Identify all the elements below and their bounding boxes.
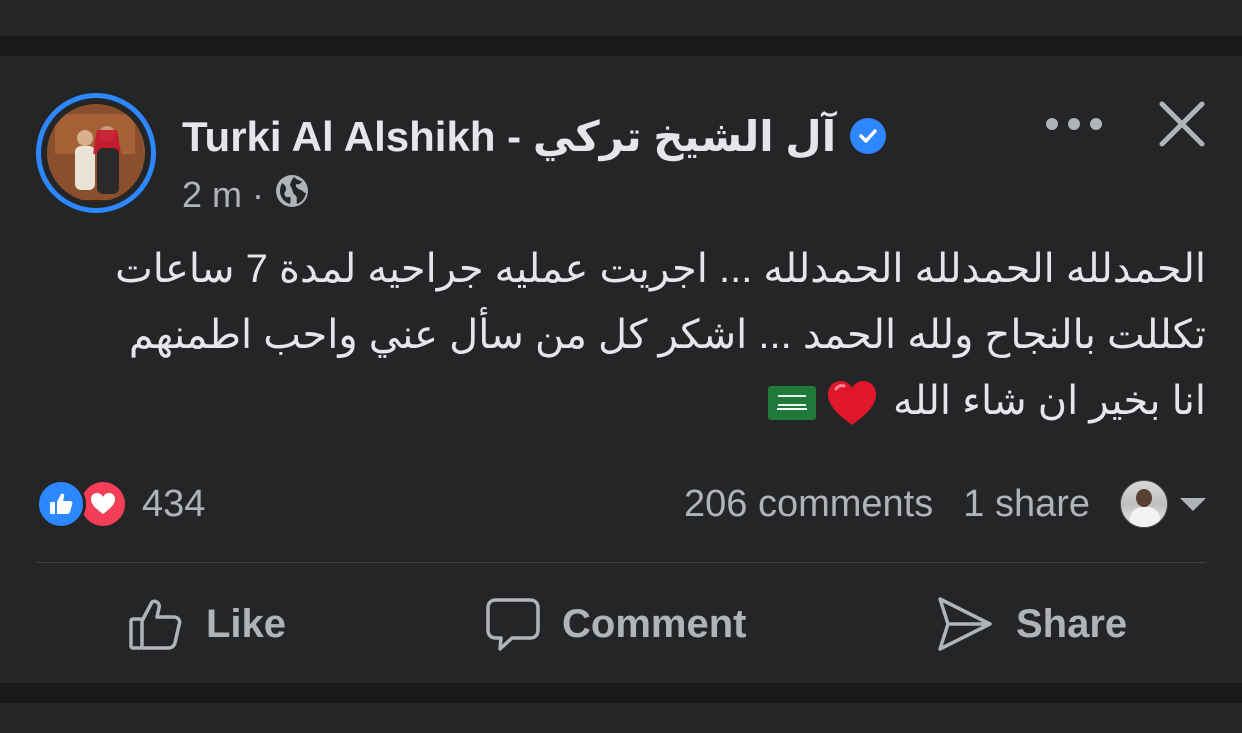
reaction-count: 434: [142, 482, 206, 525]
post-text-line: تكللت بالنجاح ولله الحمد ... اشكر كل من …: [128, 313, 1206, 357]
globe-icon[interactable]: [274, 173, 310, 218]
divider: [36, 562, 1206, 563]
author-avatar[interactable]: [36, 93, 156, 213]
top-band: [0, 0, 1242, 36]
post-text-line: انا بخير ان شاء الله: [893, 379, 1206, 423]
like-reaction-icon: [36, 479, 86, 529]
comments-count[interactable]: 206 comments: [684, 483, 933, 526]
post-text: الحمدلله الحمدلله الحمدلله ... اجريت عمل…: [36, 236, 1206, 434]
comment-label: Comment: [562, 601, 747, 646]
author-row: Turki Al Alshikh - آل الشيخ تركي: [182, 108, 887, 164]
viewer-avatar[interactable]: [1120, 480, 1168, 528]
share-label: Share: [1016, 601, 1128, 646]
like-button[interactable]: Like: [128, 592, 286, 656]
author-name[interactable]: Turki Al Alshikh - آل الشيخ تركي: [182, 112, 836, 161]
chevron-down-icon[interactable]: [1180, 497, 1206, 511]
thumbs-up-icon: [128, 596, 184, 652]
meta-separator: ·: [252, 174, 265, 215]
post-text-line: الحمدلله الحمدلله الحمدلله ... اجريت عمل…: [115, 247, 1206, 291]
more-options-icon[interactable]: [1046, 104, 1102, 144]
bottom-band: [0, 703, 1242, 733]
post-card: Turki Al Alshikh - آل الشيخ تركي 2 m · ا…: [0, 56, 1242, 683]
close-icon[interactable]: [1156, 98, 1208, 150]
like-label: Like: [206, 601, 287, 646]
verified-badge-icon: [850, 118, 887, 154]
comment-button[interactable]: Comment: [486, 592, 746, 656]
engagement-stats: 206 comments 1 share: [684, 478, 1206, 530]
post-meta: 2 m ·: [182, 173, 310, 217]
author-avatar-image: [47, 104, 145, 202]
saudi-flag-emoji-icon: [767, 386, 816, 421]
timestamp[interactable]: 2 m: [182, 174, 242, 216]
post-text-line-last: انا بخير ان شاء الله: [36, 368, 1206, 434]
reactions-summary[interactable]: 434: [36, 478, 205, 530]
share-arrow-icon: [936, 595, 994, 653]
comment-icon: [486, 596, 540, 652]
share-button[interactable]: Share: [936, 592, 1127, 656]
avatar-photo-icon: [47, 104, 143, 200]
shares-count[interactable]: 1 share: [963, 483, 1090, 526]
red-heart-emoji-icon: [826, 379, 878, 427]
